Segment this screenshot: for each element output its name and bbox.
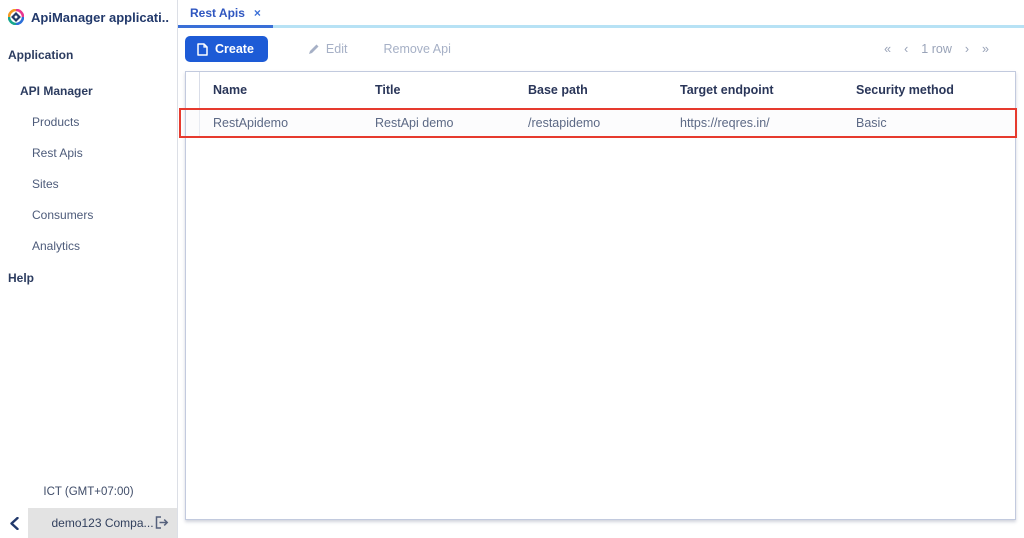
api-table: Name Title Base path Target endpoint Sec… xyxy=(179,71,1017,520)
main-content: Rest Apis × Create Edit Remove Api « ‹ 1… xyxy=(178,0,1024,538)
previous-page-button[interactable]: ‹ xyxy=(904,42,908,56)
chevron-left-icon xyxy=(9,516,19,530)
sidebar-item-consumers[interactable]: Consumers xyxy=(0,208,177,222)
sidebar-section-help[interactable]: Help xyxy=(0,271,177,285)
tab-close-icon[interactable]: × xyxy=(254,7,261,19)
app-title: ApiManager applicati... xyxy=(31,9,169,25)
sidebar-item-products[interactable]: Products xyxy=(0,115,177,129)
timezone-label: ICT (GMT+07:00) xyxy=(43,486,134,498)
account-label: demo123 Compa... xyxy=(51,516,154,530)
table-header-row: Name Title Base path Target endpoint Sec… xyxy=(186,72,1015,109)
sidebar-section-api-manager[interactable]: API Manager xyxy=(0,84,177,98)
cell-name: RestApidemo xyxy=(213,115,289,130)
table-row[interactable]: RestApidemo RestApi demo /restapidemo ht… xyxy=(186,109,1015,137)
sidebar-section-application[interactable]: Application xyxy=(0,48,177,62)
edit-button-label: Edit xyxy=(325,42,348,56)
app-header: ApiManager applicati... xyxy=(0,2,177,32)
document-icon xyxy=(197,42,208,56)
toolbar: Create Edit Remove Api « ‹ 1 row › » xyxy=(178,31,1024,67)
column-header-security-method[interactable]: Security method xyxy=(843,83,1015,97)
sidebar-collapse-button[interactable] xyxy=(0,508,28,538)
row-selector-cell[interactable] xyxy=(186,109,200,136)
first-page-button[interactable]: « xyxy=(884,42,891,56)
column-header-title[interactable]: Title xyxy=(362,83,515,97)
selector-column-header xyxy=(186,72,200,108)
column-header-name[interactable]: Name xyxy=(200,83,362,97)
pencil-icon xyxy=(308,43,320,55)
tab-rest-apis[interactable]: Rest Apis × xyxy=(178,0,273,28)
remove-api-button-label: Remove Api xyxy=(383,42,451,56)
tab-label: Rest Apis xyxy=(190,5,245,20)
cell-security-method: Basic xyxy=(856,115,887,130)
sidebar-footer: demo123 Compa... xyxy=(0,508,177,538)
create-button-label: Create xyxy=(215,42,254,56)
column-header-target-endpoint[interactable]: Target endpoint xyxy=(667,83,843,97)
edit-button[interactable]: Edit xyxy=(308,42,348,56)
column-header-base-path[interactable]: Base path xyxy=(515,83,667,97)
cell-title: RestApi demo xyxy=(375,115,454,130)
row-count-label: 1 row xyxy=(921,42,952,56)
cell-base-path: /restapidemo xyxy=(528,115,601,130)
account-menu[interactable]: demo123 Compa... xyxy=(28,508,177,538)
cell-target-endpoint: https://reqres.in/ xyxy=(680,115,770,130)
sidebar: ApiManager applicati... Application API … xyxy=(0,0,178,538)
sidebar-item-analytics[interactable]: Analytics xyxy=(0,239,177,253)
next-page-button[interactable]: › xyxy=(965,42,969,56)
last-page-button[interactable]: » xyxy=(982,42,989,56)
api-manager-logo-icon xyxy=(8,9,24,25)
tab-bar: Rest Apis × xyxy=(178,0,1024,28)
create-button[interactable]: Create xyxy=(185,36,268,62)
remove-api-button[interactable]: Remove Api xyxy=(383,42,450,56)
pagination: « ‹ 1 row › » xyxy=(884,42,1017,56)
sidebar-item-rest-apis[interactable]: Rest Apis xyxy=(0,146,177,160)
sidebar-item-sites[interactable]: Sites xyxy=(0,177,177,191)
logout-icon[interactable] xyxy=(155,516,169,529)
